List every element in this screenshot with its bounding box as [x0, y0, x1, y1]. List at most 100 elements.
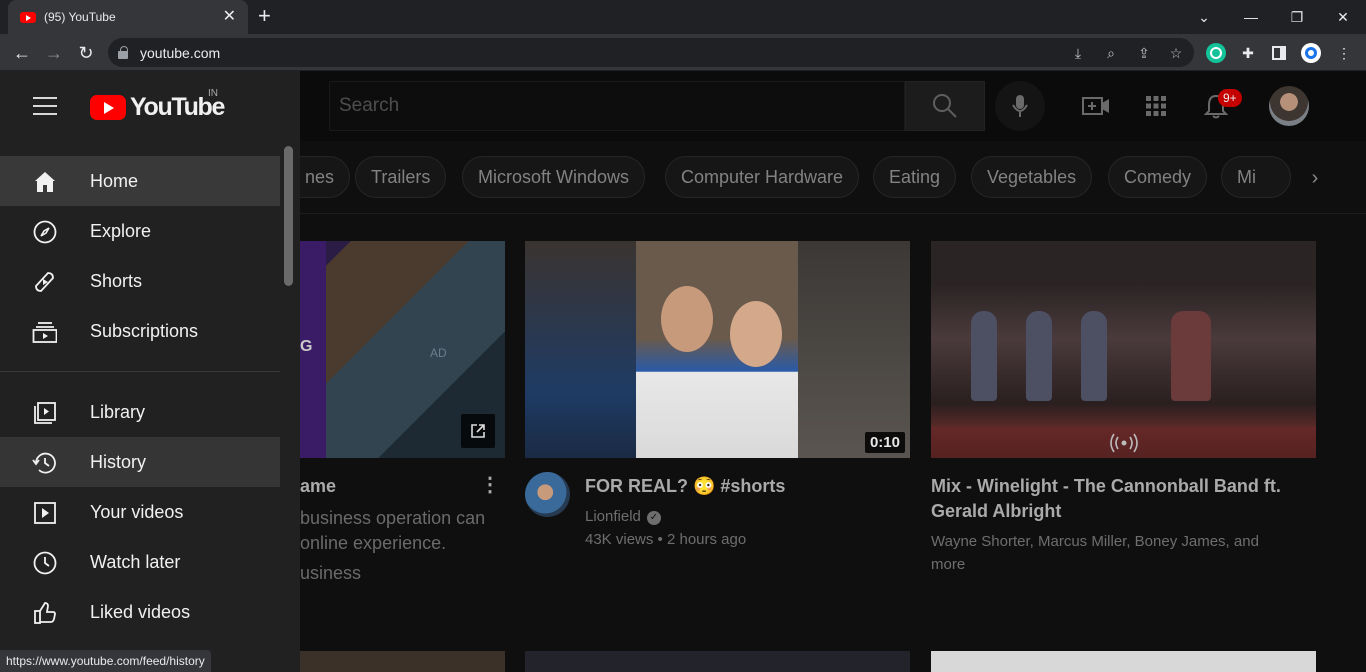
address-bar[interactable]: youtube.com ⤓ ⌕ ⇪ ☆ [108, 38, 1194, 67]
mix-artists: more [931, 556, 966, 573]
chips-next-icon[interactable]: › [1300, 163, 1330, 193]
sidebar-header: YouTube IN [0, 71, 300, 141]
view-count: 43K views [585, 531, 654, 548]
search-button[interactable] [905, 81, 985, 131]
browser-menu-icon[interactable]: ⋮ [1333, 42, 1355, 64]
sidebar-scrollbar[interactable] [284, 146, 293, 286]
sidebar-item-your-videos[interactable]: Your videos [0, 487, 280, 537]
search-input[interactable] [329, 81, 905, 131]
thumbnail-text: AD [430, 346, 447, 360]
new-tab-button[interactable]: + [258, 4, 271, 28]
sidebar-item-explore[interactable]: Explore [0, 206, 280, 256]
verified-icon: ✓ [646, 511, 661, 525]
bookmark-star-icon[interactable]: ☆ [1167, 44, 1185, 62]
profile-icon[interactable] [1300, 42, 1322, 64]
video-thumbnail[interactable] [931, 651, 1316, 672]
apps-grid-icon[interactable] [1141, 91, 1171, 121]
restore-button[interactable]: ❐ [1274, 0, 1320, 34]
video-title[interactable]: FOR REAL? 😳 #shorts [585, 474, 785, 499]
video-thumbnail[interactable] [931, 241, 1316, 458]
channel-avatar[interactable] [525, 472, 570, 517]
video-thumbnail[interactable] [525, 651, 910, 672]
external-link-icon [461, 414, 495, 448]
thumbnail-graphic [661, 286, 713, 352]
browser-tab-strip: (95) YouTube ✕ + ⌄ — ❐ ✕ [0, 0, 1366, 34]
chip[interactable]: Vegetables [971, 156, 1093, 198]
tab-title: (95) YouTube [44, 10, 116, 24]
clock-icon [32, 550, 57, 575]
thumbnail-text: G [300, 338, 313, 355]
menu-hamburger-icon[interactable] [33, 97, 57, 115]
create-video-icon[interactable] [1081, 91, 1111, 121]
thumbnail-graphic [1081, 311, 1107, 401]
install-icon[interactable]: ⤓ [1069, 44, 1087, 62]
sidebar-item-label: Watch later [90, 552, 181, 572]
channel-name[interactable]: Lionfield [585, 508, 641, 525]
video-description-line: online experience. [300, 533, 447, 553]
close-tab-icon[interactable]: ✕ [223, 9, 236, 25]
mix-artists: Wayne Shorter, Marcus Miller, Boney Jame… [931, 533, 1259, 550]
video-title[interactable]: Gerald Albright [931, 499, 1061, 524]
reload-button[interactable]: ↻ [73, 40, 99, 66]
video-menu-icon[interactable]: ⋮ [480, 475, 500, 495]
video-thumbnail[interactable]: 0:10 [525, 241, 910, 458]
lock-icon[interactable] [118, 45, 128, 59]
grammarly-extension-icon[interactable] [1205, 42, 1227, 64]
thumbnail-graphic [730, 301, 782, 367]
history-icon [32, 450, 57, 475]
search-box [329, 81, 985, 131]
browser-tab[interactable]: (95) YouTube ✕ [8, 0, 248, 34]
thumbnail-graphic [525, 241, 636, 458]
sidebar-divider [0, 371, 280, 372]
youtube-logo-icon[interactable] [90, 95, 126, 120]
chip[interactable]: Mi [1221, 156, 1291, 198]
side-panel-icon[interactable] [1268, 42, 1290, 64]
sidebar-item-label: Subscriptions [90, 321, 199, 341]
shorts-icon [32, 269, 57, 294]
voice-search-button[interactable] [995, 81, 1045, 131]
sidebar-item-subscriptions[interactable]: Subscriptions [0, 306, 280, 356]
thumbnail-graphic [971, 311, 997, 401]
share-icon[interactable]: ⇪ [1135, 44, 1153, 62]
video-title[interactable]: ame [300, 474, 336, 499]
sidebar-item-history[interactable]: History [0, 437, 280, 487]
close-window-button[interactable]: ✕ [1320, 0, 1366, 34]
library-icon [32, 400, 57, 425]
video-title[interactable]: Mix - Winelight - The Cannonball Band ft… [931, 474, 1281, 499]
home-icon [32, 169, 57, 194]
sidebar-item-liked-videos[interactable]: Liked videos [0, 587, 280, 637]
video-thumbnail[interactable]: G AD [300, 241, 505, 458]
sidebar-item-shorts[interactable]: Shorts [0, 256, 280, 306]
chip[interactable]: Microsoft Windows [462, 156, 646, 198]
chip[interactable]: Trailers [355, 156, 447, 198]
sidebar-item-home[interactable]: Home [0, 156, 280, 206]
forward-button[interactable]: → [41, 40, 67, 66]
mix-bar [931, 427, 1316, 458]
guide-sidebar: YouTube IN Home Explore Shorts Subscript… [0, 71, 300, 672]
account-avatar[interactable] [1269, 86, 1309, 126]
video-description-line: usiness [300, 563, 362, 583]
sidebar-item-watch-later[interactable]: Watch later [0, 537, 280, 587]
your-videos-icon [32, 500, 57, 525]
live-radio-icon [1109, 433, 1138, 452]
back-button[interactable]: ← [9, 40, 35, 66]
video-thumbnail[interactable] [300, 651, 505, 672]
zoom-icon[interactable]: ⌕ [1102, 44, 1120, 62]
tab-search-icon[interactable]: ⌄ [1181, 0, 1227, 34]
sidebar-item-library[interactable]: Library [0, 387, 280, 437]
thumbnail-graphic [798, 241, 910, 458]
youtube-page: 9+ nes Trailers Microsoft Windows Comput… [0, 71, 1366, 672]
thumbnail-graphic [1026, 311, 1052, 401]
sidebar-item-label: Library [90, 402, 146, 422]
microphone-icon [1012, 95, 1028, 117]
extensions-puzzle-icon[interactable]: ✚ [1237, 42, 1259, 64]
chip[interactable]: Comedy [1108, 156, 1208, 198]
chip[interactable]: Computer Hardware [665, 156, 860, 198]
video-stats: 43K views • 2 hours ago [585, 531, 747, 548]
minimize-button[interactable]: — [1228, 0, 1274, 34]
thumbs-up-icon [32, 600, 57, 625]
search-icon [933, 94, 957, 118]
chip[interactable]: Eating [873, 156, 957, 198]
address-url: youtube.com [140, 44, 221, 61]
video-duration: 0:10 [864, 432, 905, 453]
